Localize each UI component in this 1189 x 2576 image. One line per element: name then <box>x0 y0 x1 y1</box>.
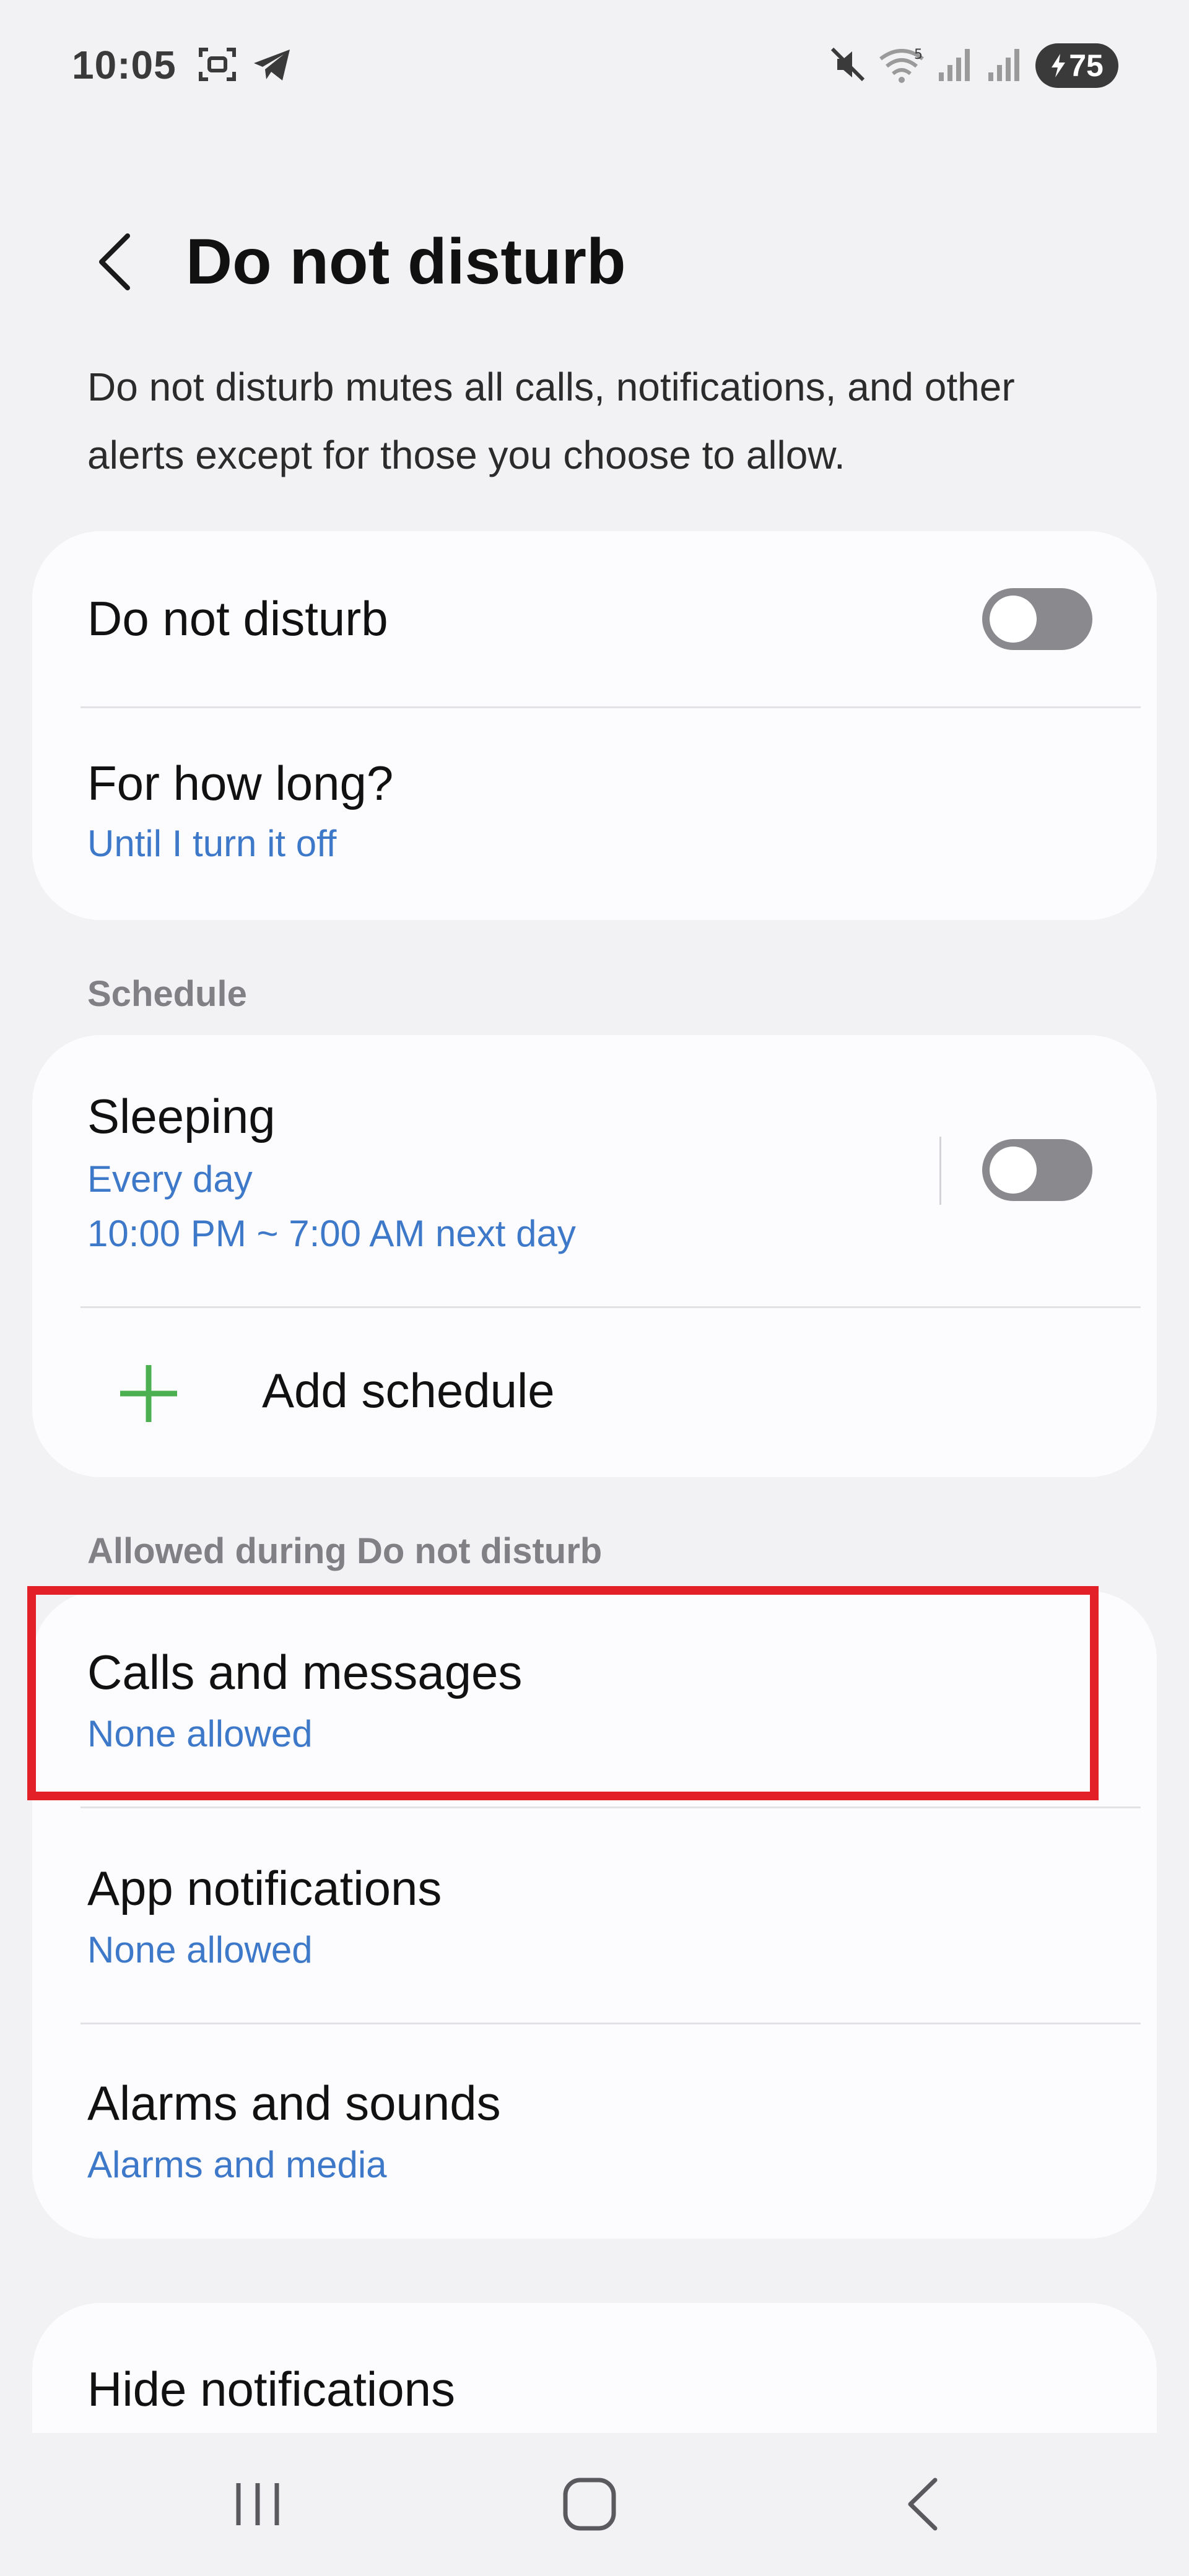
hide-notifications-title: Hide notifications <box>87 2362 455 2416</box>
recents-button[interactable] <box>196 2458 320 2551</box>
telegram-icon <box>251 46 292 83</box>
status-right-icons: 5 75 <box>829 43 1118 88</box>
allowed-item-calls-messages[interactable]: Calls and messages None allowed <box>32 1591 1157 1806</box>
signal-icon <box>936 45 975 87</box>
add-schedule-row[interactable]: Add schedule <box>32 1308 1157 1477</box>
allowed-item-value: Alarms and media <box>87 2144 387 2185</box>
signal-icon <box>986 45 1024 87</box>
battery-icon: 75 <box>1035 43 1118 88</box>
header: Do not disturb <box>0 210 1189 310</box>
recents-icon <box>236 2483 279 2525</box>
status-time: 10:05 <box>72 43 176 87</box>
dnd-toggle-label: Do not disturb <box>87 591 388 646</box>
page-title: Do not disturb <box>186 226 626 298</box>
allowed-item-value: None allowed <box>87 1929 313 1971</box>
back-icon <box>908 2478 938 2531</box>
allowed-item-title: Alarms and sounds <box>87 2076 501 2130</box>
toggle-knob <box>990 1147 1037 1194</box>
duration-label: For how long? <box>87 756 394 810</box>
sleeping-row[interactable]: Sleeping Every day 10:00 PM ~ 7:00 AM ne… <box>32 1035 1157 1306</box>
plus-icon <box>120 1365 177 1422</box>
allowed-item-title: App notifications <box>87 1861 442 1915</box>
sleeping-toggle[interactable] <box>982 1139 1092 1201</box>
dnd-toggle-row[interactable]: Do not disturb <box>32 531 1157 706</box>
vertical-separator <box>939 1137 941 1205</box>
home-icon <box>563 2478 616 2531</box>
sleeping-time: 10:00 PM ~ 7:00 AM next day <box>87 1213 576 1254</box>
allowed-item-value: None allowed <box>87 1713 313 1754</box>
nav-back-button[interactable] <box>861 2458 985 2551</box>
page-description: Do not disturb mutes all calls, notifica… <box>87 365 1015 477</box>
sleeping-days: Every day <box>87 1158 253 1200</box>
add-schedule-label: Add schedule <box>262 1363 555 1418</box>
allowed-item-title: Calls and messages <box>87 1645 523 1699</box>
duration-value: Until I turn it off <box>87 823 337 864</box>
signal-badge: 5 <box>914 47 923 63</box>
toggle-knob <box>990 596 1037 643</box>
dnd-main-card: Do not disturb For how long? Until I tur… <box>32 531 1157 920</box>
allowed-item-alarms-sounds[interactable]: Alarms and sounds Alarms and media <box>32 2024 1157 2239</box>
duration-row[interactable]: For how long? Until I turn it off <box>32 708 1157 920</box>
chevron-left-icon <box>99 233 130 290</box>
status-bar: 10:05 5 75 <box>0 0 1189 136</box>
screenshot-icon <box>197 46 238 83</box>
allowed-card: Calls and messages None allowed App noti… <box>32 1591 1157 2239</box>
schedule-card: Sleeping Every day 10:00 PM ~ 7:00 AM ne… <box>32 1035 1157 1477</box>
home-button[interactable] <box>528 2458 651 2551</box>
status-left-icons <box>197 46 292 83</box>
navigation-bar <box>0 2433 1189 2576</box>
battery-level: 75 <box>1069 48 1104 83</box>
sleeping-title: Sleeping <box>87 1089 276 1143</box>
mute-icon <box>829 45 867 87</box>
dnd-toggle[interactable] <box>982 588 1092 650</box>
allowed-section-label: Allowed during Do not disturb <box>87 1531 603 1571</box>
back-button[interactable] <box>81 222 149 302</box>
wifi-icon: 5 <box>878 45 925 87</box>
allowed-item-app-notifications[interactable]: App notifications None allowed <box>32 1808 1157 2022</box>
schedule-section-label: Schedule <box>87 974 247 1014</box>
